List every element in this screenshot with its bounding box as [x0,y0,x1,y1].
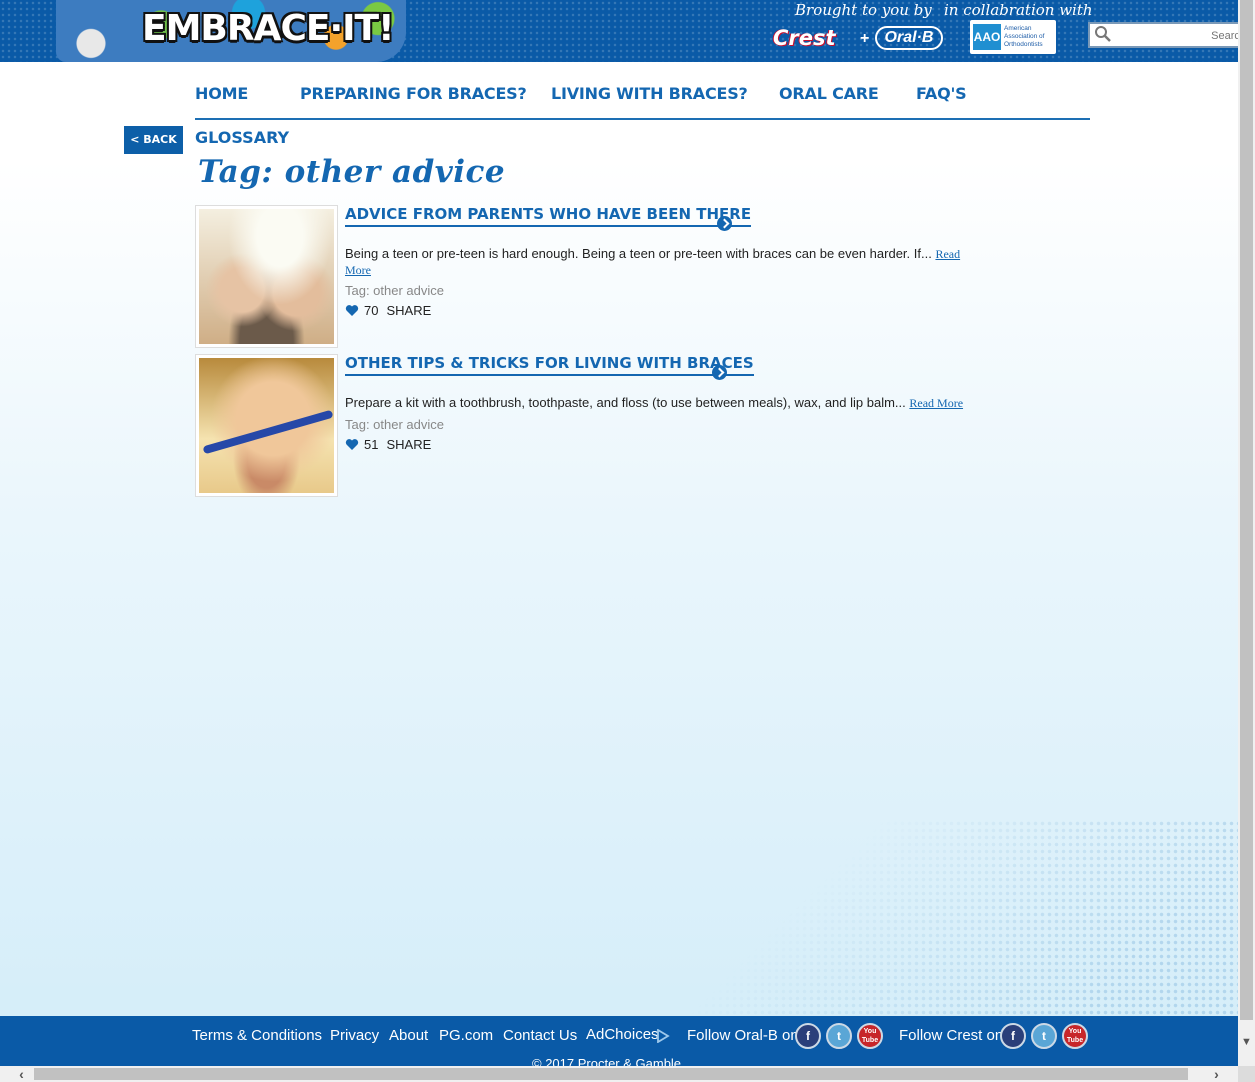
article-excerpt: Prepare a kit with a toothbrush, toothpa… [345,395,965,411]
main-nav: HOME PREPARING FOR BRACES? LIVING WITH B… [195,80,1090,120]
horizontal-scroll-thumb[interactable] [34,1068,1188,1080]
oral-b-facebook-icon[interactable]: f [795,1023,821,1049]
excerpt-text: Prepare a kit with a toothbrush, toothpa… [345,395,906,410]
nav-glossary[interactable]: GLOSSARY [195,128,289,147]
article-excerpt: Being a teen or pre-teen is hard enough.… [345,246,965,278]
aao-logo[interactable]: AAO American Association of Orthodontist… [970,20,1056,54]
article-title[interactable]: ADVICE FROM PARENTS WHO HAVE BEEN THERE [345,205,752,227]
aao-mark: AAO [973,24,1001,50]
brought-to-you-by: Brought to you by [795,1,932,19]
article-thumbnail[interactable] [195,205,338,348]
read-more-link[interactable]: Read More [909,396,963,410]
crest-logo[interactable]: Crest [773,26,836,50]
nav-oral-care[interactable]: ORAL CARE [779,84,879,103]
footer-pg-link[interactable]: PG.com [439,1027,493,1044]
nav-preparing-for-braces[interactable]: PREPARING FOR BRACES? [300,84,527,103]
site-header: EMBRACE·IT! Brought to you by in collabr… [0,0,1248,62]
page-title: Tag: other advice [198,154,506,190]
vertical-scroll-thumb[interactable] [1240,0,1253,1020]
crest-youtube-icon[interactable]: You Tube [1062,1023,1088,1049]
follow-crest-label: Follow Crest on [899,1027,1004,1044]
nav-home[interactable]: HOME [195,84,248,103]
nav-faqs[interactable]: FAQ'S [916,84,967,103]
logo-text: EMBRACE·IT! [142,8,394,49]
back-button[interactable]: < BACK [124,126,183,154]
share-button[interactable]: SHARE [386,437,431,452]
article-tag[interactable]: Tag: other advice [345,283,444,298]
boy-brushing-photo [199,358,334,493]
footer-terms-link[interactable]: Terms & Conditions [192,1027,322,1044]
heart-icon[interactable] [345,438,359,451]
footer-about-link[interactable]: About [389,1027,428,1044]
scrollbar-corner [1238,1066,1255,1082]
arrow-right-circle-icon[interactable] [717,216,732,231]
oral-b-youtube-icon[interactable]: You Tube [857,1023,883,1049]
decorative-dot-pattern [640,820,1238,1016]
article-thumbnail[interactable] [195,354,338,497]
excerpt-text: Being a teen or pre-teen is hard enough.… [345,246,932,261]
aao-text: American Association of Orthodontists [1004,25,1045,48]
heart-icon[interactable] [345,304,359,317]
share-button[interactable]: SHARE [386,303,431,318]
follow-oral-b-label: Follow Oral-B on [687,1027,799,1044]
horizontal-scrollbar[interactable]: ‹ › [0,1066,1238,1082]
like-count: 51 [364,437,379,452]
article-social: 51 SHARE [345,437,431,452]
site-footer: Terms & Conditions Privacy About PG.com … [0,1016,1238,1071]
embrace-it-logo[interactable]: EMBRACE·IT! [56,0,406,62]
article-tag[interactable]: Tag: other advice [345,417,444,432]
crest-twitter-icon[interactable]: t [1031,1023,1057,1049]
nav-living-with-braces[interactable]: LIVING WITH BRACES? [551,84,748,103]
footer-privacy-link[interactable]: Privacy [330,1027,379,1044]
search-input[interactable] [1116,28,1246,44]
crest-facebook-icon[interactable]: f [1000,1023,1026,1049]
oral-b-twitter-icon[interactable]: t [826,1023,852,1049]
scroll-right-arrow-icon[interactable]: › [1208,1066,1225,1082]
search-icon[interactable] [1094,25,1112,43]
scroll-down-arrow-icon[interactable]: ▼ [1238,1034,1255,1051]
parents-photo [199,209,334,344]
search-box[interactable] [1088,22,1248,48]
oral-b-logo[interactable]: Oral·B [875,26,943,50]
adchoices-icon[interactable] [656,1029,670,1043]
footer-adchoices-link[interactable]: AdChoices [586,1026,659,1043]
like-count: 70 [364,303,379,318]
plus-sign: + [860,30,870,47]
scroll-left-arrow-icon[interactable]: ‹ [13,1066,30,1082]
in-collaboration-with: in collabration with [944,1,1093,19]
article-social: 70 SHARE [345,303,431,318]
article-title[interactable]: OTHER TIPS & TRICKS FOR LIVING WITH BRAC… [345,354,754,376]
vertical-scrollbar[interactable]: ▼ [1238,0,1255,1066]
toothbrush-shape [202,409,334,455]
footer-contact-link[interactable]: Contact Us [503,1027,577,1044]
arrow-right-circle-icon[interactable] [712,365,727,380]
